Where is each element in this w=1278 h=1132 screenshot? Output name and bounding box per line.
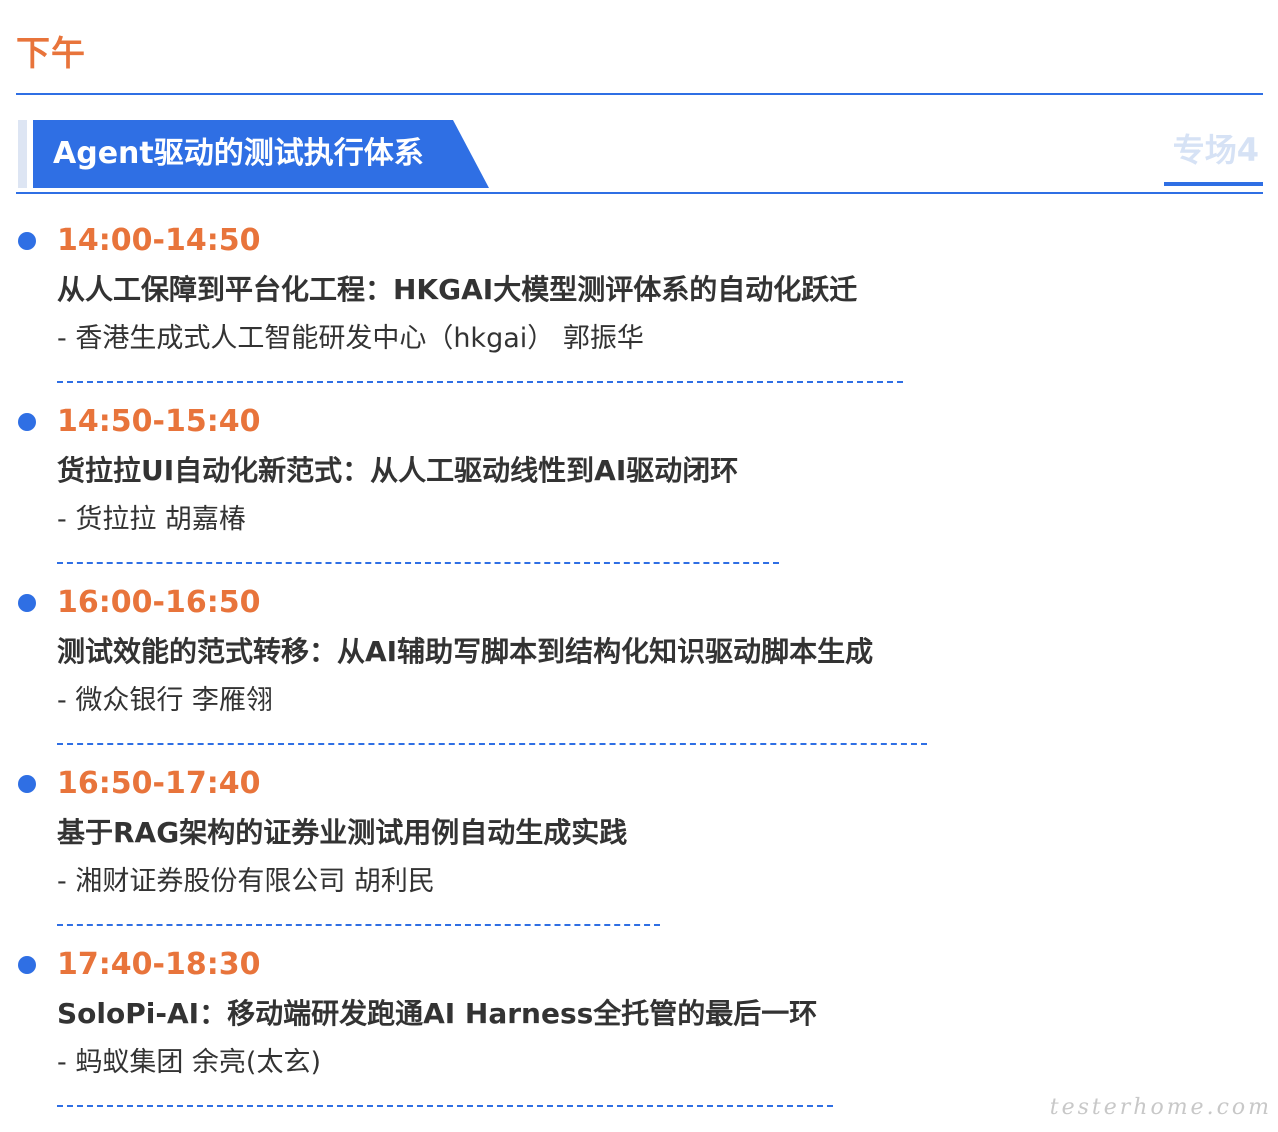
session-time: 14:50-15:40 bbox=[57, 404, 261, 439]
bullet-dot-icon bbox=[18, 232, 36, 250]
heading-rule bbox=[16, 93, 1263, 95]
track-tag-underline bbox=[1164, 182, 1263, 186]
track-tag: 专场4 bbox=[1172, 131, 1259, 169]
session-title: 基于RAG架构的证券业测试用例自动生成实践 bbox=[57, 816, 628, 849]
session-time: 14:00-14:50 bbox=[57, 223, 261, 258]
session-divider bbox=[57, 562, 779, 564]
bullet-dot-icon bbox=[18, 413, 36, 431]
session-title: SoloPi-AI：移动端研发跑通AI Harness全托管的最后一环 bbox=[57, 997, 818, 1030]
session-speaker: - 蚂蚁集团 余亮(太玄) bbox=[57, 1047, 321, 1078]
track-accent-bar bbox=[18, 120, 27, 188]
session-divider bbox=[57, 381, 903, 383]
session-speaker: - 微众银行 李雁翎 bbox=[57, 685, 273, 716]
session-divider bbox=[57, 743, 927, 745]
bullet-dot-icon bbox=[18, 956, 36, 974]
session-divider bbox=[57, 924, 660, 926]
track-header: Agent驱动的测试执行体系 专场4 bbox=[16, 120, 1263, 188]
bullet-dot-icon bbox=[18, 594, 36, 612]
track-rule bbox=[16, 192, 1263, 194]
bullet-dot-icon bbox=[18, 775, 36, 793]
session-divider bbox=[57, 1105, 833, 1107]
session-time: 16:50-17:40 bbox=[57, 766, 261, 801]
session-speaker: - 货拉拉 胡嘉椿 bbox=[57, 504, 246, 535]
session-title: 测试效能的范式转移：从AI辅助写脚本到结构化知识驱动脚本生成 bbox=[57, 635, 874, 668]
site-watermark: testerhome.com bbox=[1049, 1095, 1272, 1120]
session-title: 货拉拉UI自动化新范式：从人工驱动线性到AI驱动闭环 bbox=[57, 454, 739, 487]
session-speaker: - 香港生成式人工智能研发中心（hkgai） 郭振华 bbox=[57, 323, 644, 354]
session-speaker: - 湘财证券股份有限公司 胡利民 bbox=[57, 866, 435, 897]
session-time: 17:40-18:30 bbox=[57, 947, 261, 982]
track-title: Agent驱动的测试执行体系 bbox=[33, 120, 489, 188]
afternoon-heading: 下午 bbox=[16, 34, 86, 74]
session-time: 16:00-16:50 bbox=[57, 585, 261, 620]
session-title: 从人工保障到平台化工程：HKGAI大模型测评体系的自动化跃迁 bbox=[57, 273, 858, 306]
